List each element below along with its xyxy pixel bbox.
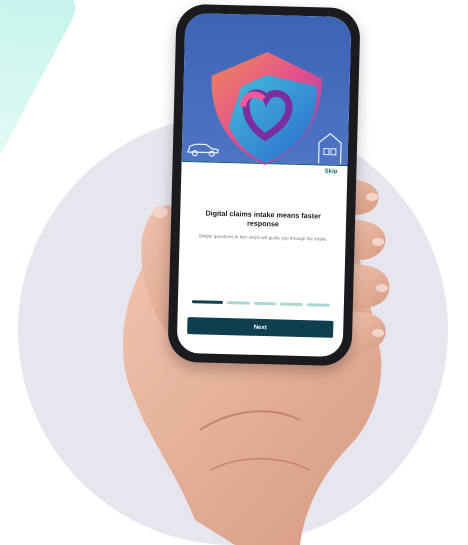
step-indicator bbox=[191, 300, 330, 307]
onboarding-subtitle: Simple questions in four steps will guid… bbox=[198, 233, 327, 242]
marketing-scene: Skip Digital claims intake means faster … bbox=[0, 0, 468, 545]
phone-screen: Skip Digital claims intake means faster … bbox=[176, 12, 352, 358]
onboarding-title: Digital claims intake means faster respo… bbox=[205, 208, 322, 229]
step-dot-2 bbox=[226, 301, 250, 305]
next-button[interactable]: Next bbox=[187, 317, 334, 338]
step-dot-4 bbox=[280, 302, 304, 307]
shield-heart-logo bbox=[211, 52, 322, 166]
step-dot-3 bbox=[253, 301, 277, 306]
smartphone: Skip Digital claims intake means faster … bbox=[167, 3, 361, 367]
step-dot-1 bbox=[191, 300, 223, 304]
skip-link[interactable]: Skip bbox=[325, 169, 338, 175]
step-dot-5 bbox=[307, 303, 330, 307]
